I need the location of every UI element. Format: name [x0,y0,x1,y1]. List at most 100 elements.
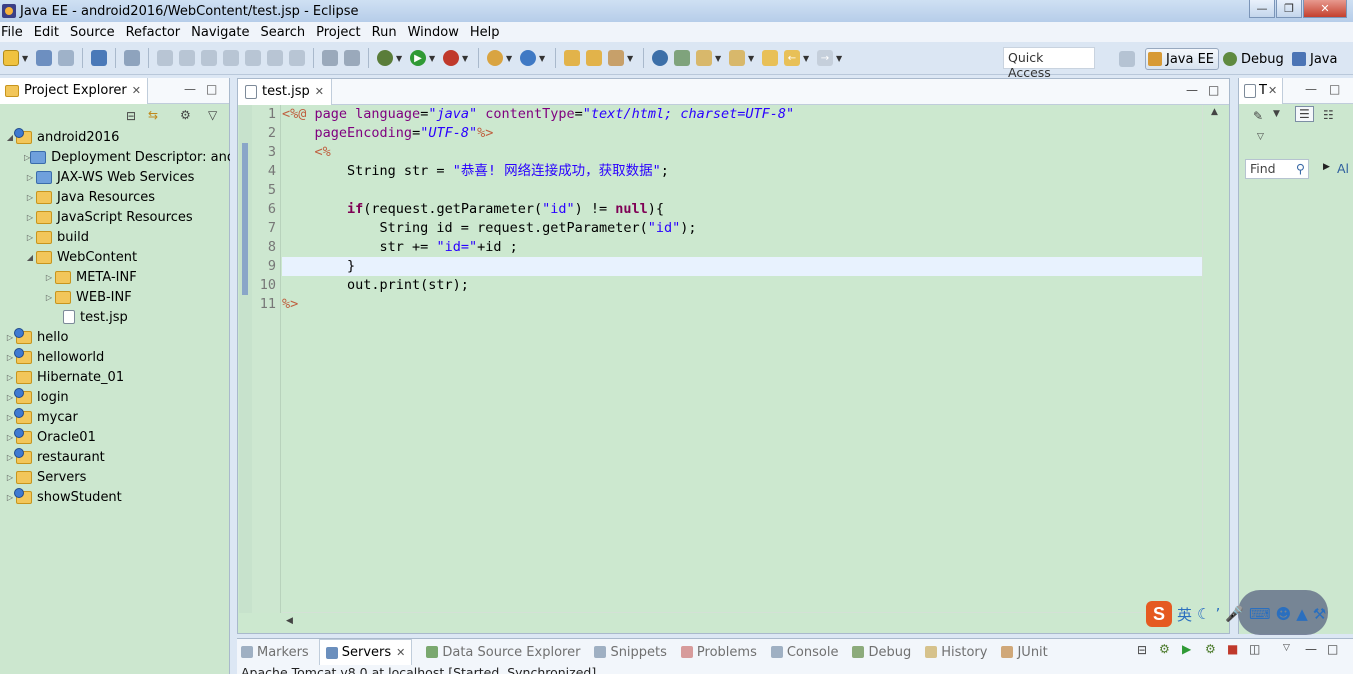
tree-item-servers[interactable]: ▷ Servers [0,467,230,487]
tab-data-source-explorer[interactable]: Data Source Explorer [422,645,580,660]
quick-access-input[interactable]: Quick Access [1003,47,1095,80]
disconnect-icon[interactable] [223,50,239,66]
maximize-view-icon[interactable]: □ [1327,642,1338,656]
expand-arrow-icon[interactable]: ▷ [24,173,36,182]
terminal-icon[interactable] [91,50,107,66]
tree-item-deployment-descriptor[interactable]: ▷ Deployment Descriptor: andr [0,147,230,167]
new-icon[interactable] [3,50,19,66]
tree-item-helloworld[interactable]: ▷ helloworld [0,347,230,367]
tab-debug[interactable]: Debug [848,645,911,660]
external-tools-dropdown-icon[interactable]: ▼ [462,54,470,63]
stop-server-icon[interactable]: ■ [1227,642,1238,656]
editor-tab-test-jsp[interactable]: test.jsp ✕ [238,78,332,105]
open-perspective-icon[interactable] [1119,51,1135,67]
code-line[interactable]: } [282,257,1203,276]
tab-markers[interactable]: Markers [237,645,309,660]
find-input[interactable]: Find ⚲ [1245,159,1309,179]
filter-icon[interactable]: ⚙ [180,108,191,122]
minimize-view-icon[interactable]: — [1305,82,1317,96]
resume-icon[interactable] [157,50,173,66]
restore-button[interactable]: ❐ [1276,0,1302,18]
tree-item-oracle01[interactable]: ▷ Oracle01 [0,427,230,447]
menu-window[interactable]: Window [407,25,465,40]
prev-annotation-icon[interactable] [729,50,745,66]
new-server-dropdown-icon[interactable]: ▼ [506,54,514,63]
expand-arrow-icon[interactable]: ▷ [43,273,55,282]
scroll-left-icon[interactable]: ◀ [286,616,293,626]
tree-item-mycar[interactable]: ▷ mycar [0,407,230,427]
expand-arrow-icon[interactable]: ▷ [4,473,16,482]
vertical-scrollbar[interactable]: ▲ [1202,105,1228,613]
expand-arrow-icon[interactable]: ◢ [24,253,36,262]
tree-item-jax-ws[interactable]: ▷ JAX-WS Web Services [0,167,230,187]
tree-item-webcontent[interactable]: ◢ WebContent [0,247,230,267]
next-annotation-dropdown-icon[interactable]: ▼ [715,54,723,63]
server-row[interactable]: Apache Tomcat v8.0 at localhost [Started… [241,665,596,674]
expand-arrow-icon[interactable]: ▷ [24,213,36,222]
forward-dropdown-icon[interactable]: ▼ [836,54,844,63]
collapse-all-icon[interactable]: ⊟ [126,109,136,123]
task-list-tab[interactable]: T ✕ [1239,77,1284,104]
pen-dropdown-icon[interactable]: ▼ [627,54,635,63]
terminate-icon[interactable] [201,50,217,66]
code-line[interactable]: String str = "恭喜! 网络连接成功，获取数据"; [282,162,1203,181]
maximize-view-icon[interactable]: □ [1329,82,1340,96]
tree-item-restaurant[interactable]: ▷ restaurant [0,447,230,467]
tab-snippets[interactable]: Snippets [590,645,667,660]
punctuation-icon[interactable]: ’ [1215,605,1220,623]
tree-item-showstudent[interactable]: ▷ showStudent [0,487,230,507]
ime-language-toggle[interactable]: 英 [1177,604,1192,625]
tab-servers[interactable]: Servers ✕ [318,639,413,665]
keyboard-icon[interactable]: ⌨ [1249,605,1271,623]
maximize-view-icon[interactable]: □ [206,82,217,96]
debug-dropdown-icon[interactable]: ▼ [396,54,404,63]
refresh-icon[interactable] [674,50,690,66]
open-editor-icon[interactable] [322,50,338,66]
view-menu-icon[interactable]: ▽ [208,108,217,122]
prev-annotation-dropdown-icon[interactable]: ▼ [748,54,756,63]
microphone-icon[interactable]: 🎤 [1225,605,1244,623]
skin-icon[interactable]: ▲ [1296,605,1308,623]
code-line[interactable]: str += "id="+id ; [282,238,1203,257]
pen-icon[interactable] [608,50,624,66]
new-task-icon[interactable]: ✎ [1253,109,1263,123]
back-dropdown-icon[interactable]: ▼ [803,54,811,63]
tree-item-hello[interactable]: ▷ hello [0,327,230,347]
back-icon[interactable]: ← [784,50,800,66]
code-line[interactable]: <% [282,143,1203,162]
menu-source[interactable]: Source [69,25,121,40]
expand-arrow-icon[interactable]: ▷ [24,233,36,242]
all-filter-link[interactable]: Al [1337,161,1349,176]
menu-help[interactable]: Help [469,25,506,40]
code-line[interactable]: %> [282,295,1203,314]
external-tools-icon[interactable] [443,50,459,66]
menu-navigate[interactable]: Navigate [190,25,255,40]
menu-search[interactable]: Search [259,25,311,40]
close-tab-icon[interactable]: ✕ [132,84,141,97]
tree-item-android2016[interactable]: ◢ android2016 [0,127,230,147]
save-icon[interactable] [36,50,52,66]
view-menu-icon[interactable]: ▽ [1257,132,1264,142]
tree-item-web-inf[interactable]: ▷ WEB-INF [0,287,230,307]
close-tab-icon[interactable]: ✕ [315,85,324,98]
expand-arrow-icon[interactable]: ▷ [24,193,36,202]
view-menu-icon[interactable]: ▽ [1283,643,1290,653]
start-server-icon[interactable]: ▶ [1182,642,1191,656]
new-java-class-dropdown-icon[interactable]: ▼ [539,54,547,63]
minimize-button[interactable]: — [1249,0,1275,18]
new-server-icon[interactable] [487,50,503,66]
close-button[interactable]: ✕ [1303,0,1347,18]
tree-item-build[interactable]: ▷ build [0,227,230,247]
maximize-editor-icon[interactable]: □ [1208,83,1219,97]
perspective-java[interactable]: Java [1292,48,1337,70]
code-line[interactable]: <%@ page language="java" contentType="te… [282,105,1203,124]
menu-file[interactable]: File [0,25,29,40]
sogou-logo-icon[interactable]: S [1146,601,1172,627]
close-tab-icon[interactable]: ✕ [1268,84,1277,97]
tree-item-login[interactable]: ▷ login [0,387,230,407]
horizontal-scrollbar[interactable]: ◀ [282,612,1203,632]
expand-arrow-icon[interactable]: ▷ [43,293,55,302]
profile-server-icon[interactable]: ⚙ [1205,642,1216,656]
scroll-up-icon[interactable]: ▲ [1211,107,1218,117]
new-dropdown-icon[interactable]: ▼ [22,54,30,63]
